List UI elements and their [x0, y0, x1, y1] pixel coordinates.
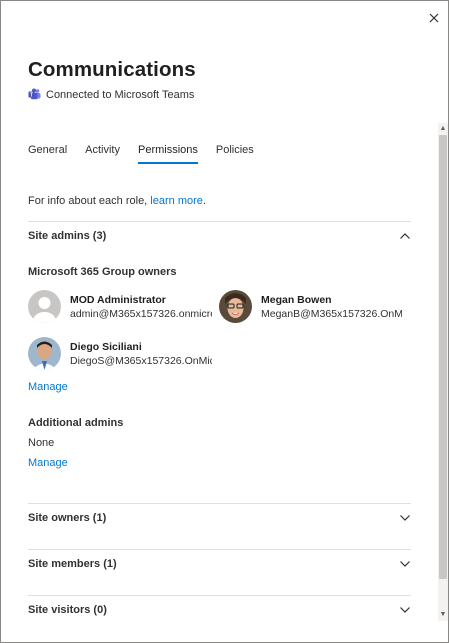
chevron-down-icon — [400, 515, 410, 521]
avatar — [219, 290, 252, 323]
divider — [28, 595, 411, 596]
owner-name: MOD Administrator — [70, 293, 166, 306]
owner-email: MeganB@M365x157326.OnMicrosoft.com — [261, 307, 402, 320]
divider — [28, 221, 411, 222]
avatar — [28, 290, 61, 323]
owner-email: admin@M365x157326.onmicrosoft.com — [70, 307, 212, 320]
chevron-up-icon — [400, 233, 410, 239]
svg-text:T: T — [30, 92, 33, 98]
owner-card: Diego Siciliani DiegoS@M365x157326.OnMic… — [28, 337, 212, 370]
site-admins-header[interactable]: Site admins (3) — [28, 230, 411, 242]
additional-admins-value: None — [28, 437, 55, 449]
owner-email: DiegoS@M365x157326.OnMicrosoft.com — [70, 354, 212, 367]
owner-card: Megan Bowen MeganB@M365x157326.OnMicroso… — [219, 290, 402, 323]
tab-permissions[interactable]: Permissions — [137, 144, 198, 164]
chevron-down-icon — [400, 561, 410, 567]
teams-icon: T — [28, 88, 41, 100]
info-suffix: . — [202, 195, 206, 207]
site-admins-label: Site admins (3) — [28, 230, 107, 242]
scroll-down-arrow-icon[interactable]: ▼ — [438, 610, 448, 620]
learn-more-link[interactable]: learn more — [150, 195, 203, 207]
teams-connection-status: T Connected to Microsoft Teams — [28, 88, 194, 101]
tab-bar: General Activity Permissions Policies — [28, 144, 272, 164]
avatar — [28, 337, 61, 370]
panel-title: Communications — [28, 58, 196, 81]
tab-general[interactable]: General — [28, 144, 67, 164]
site-owners-label: Site owners (1) — [28, 512, 107, 524]
subtitle-text: Connected to Microsoft Teams — [46, 88, 195, 101]
divider — [28, 503, 411, 504]
info-text: For info about each role, — [28, 195, 151, 207]
site-details-panel: Communications T Connected to Microsoft … — [0, 0, 449, 643]
tab-policies[interactable]: Policies — [216, 144, 254, 164]
scrollbar-thumb[interactable] — [439, 135, 447, 579]
site-visitors-label: Site visitors (0) — [28, 604, 107, 616]
divider — [28, 549, 411, 550]
owner-card: MOD Administrator admin@M365x157326.onmi… — [28, 290, 212, 323]
manage-additional-admins-link[interactable]: Manage — [28, 457, 68, 469]
owner-name: Diego Siciliani — [70, 340, 142, 353]
owner-name: Megan Bowen — [261, 293, 332, 306]
site-members-label: Site members (1) — [28, 558, 117, 570]
scroll-up-arrow-icon[interactable]: ▲ — [438, 124, 448, 134]
site-visitors-header[interactable]: Site visitors (0) — [28, 604, 411, 616]
role-info-text: For info about each role, learn more. — [28, 195, 206, 207]
close-icon[interactable] — [425, 9, 443, 27]
additional-admins-heading: Additional admins — [28, 417, 124, 429]
site-owners-header[interactable]: Site owners (1) — [28, 512, 411, 524]
site-members-header[interactable]: Site members (1) — [28, 558, 411, 570]
manage-owners-link[interactable]: Manage — [28, 381, 68, 393]
chevron-down-icon — [400, 607, 410, 613]
tab-activity[interactable]: Activity — [85, 144, 120, 164]
group-owners-heading: Microsoft 365 Group owners — [28, 266, 177, 278]
